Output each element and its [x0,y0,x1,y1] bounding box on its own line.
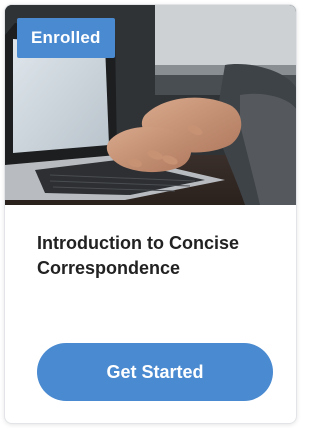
enrolled-badge: Enrolled [17,18,115,58]
get-started-button[interactable]: Get Started [37,343,273,401]
course-thumbnail: Enrolled [5,5,296,205]
course-card[interactable]: Enrolled Introduction to Concise Corresp… [4,4,297,424]
course-title: Introduction to Concise Correspondence [37,233,239,278]
